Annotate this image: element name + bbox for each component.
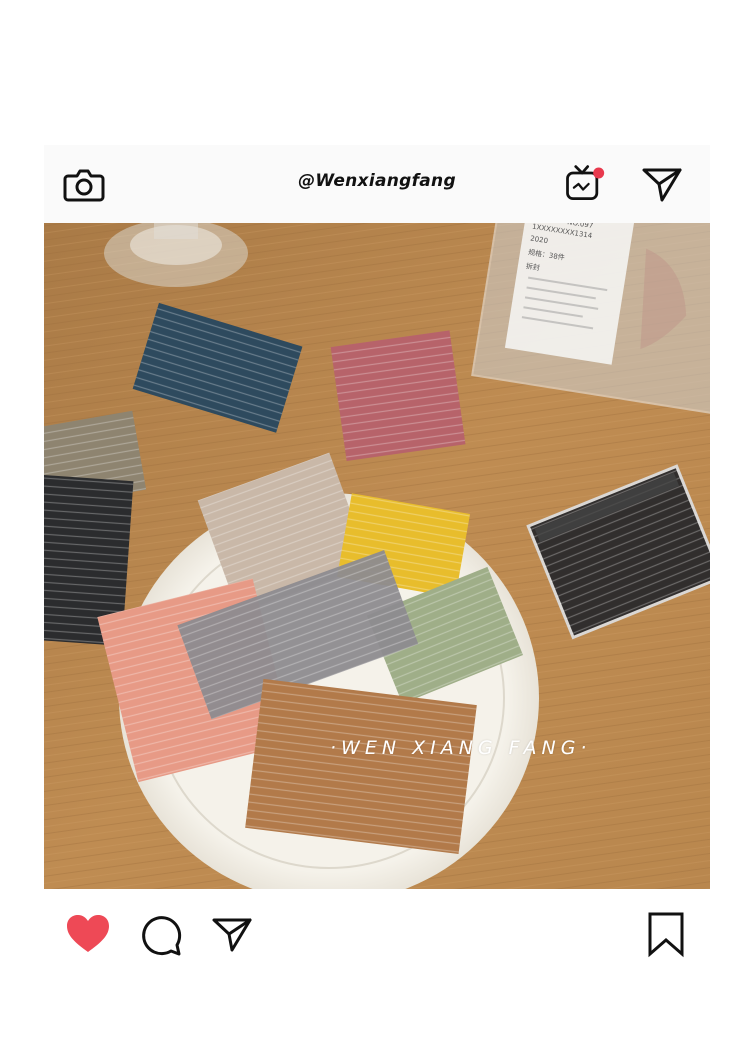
send-icon[interactable] — [208, 910, 256, 958]
comment-icon[interactable] — [136, 910, 184, 958]
direct-message-icon[interactable] — [640, 162, 684, 206]
igtv-icon[interactable] — [562, 162, 606, 206]
watermark-text: ·WEN XIANG FANG· — [330, 737, 592, 759]
post-actions — [44, 889, 710, 979]
rose-patch — [330, 330, 466, 461]
post-header: @Wenxiangfang — [44, 145, 710, 223]
heart-icon[interactable] — [64, 910, 112, 958]
post-photo[interactable]: NO.097 1XXXXXXXX1314 2020 规格：38件 拆封 — [44, 223, 710, 889]
profile-username[interactable]: @Wenxiangfang — [44, 171, 710, 191]
brown-patch — [245, 678, 477, 854]
notification-dot — [593, 167, 605, 179]
bookmark-icon[interactable] — [642, 910, 690, 958]
